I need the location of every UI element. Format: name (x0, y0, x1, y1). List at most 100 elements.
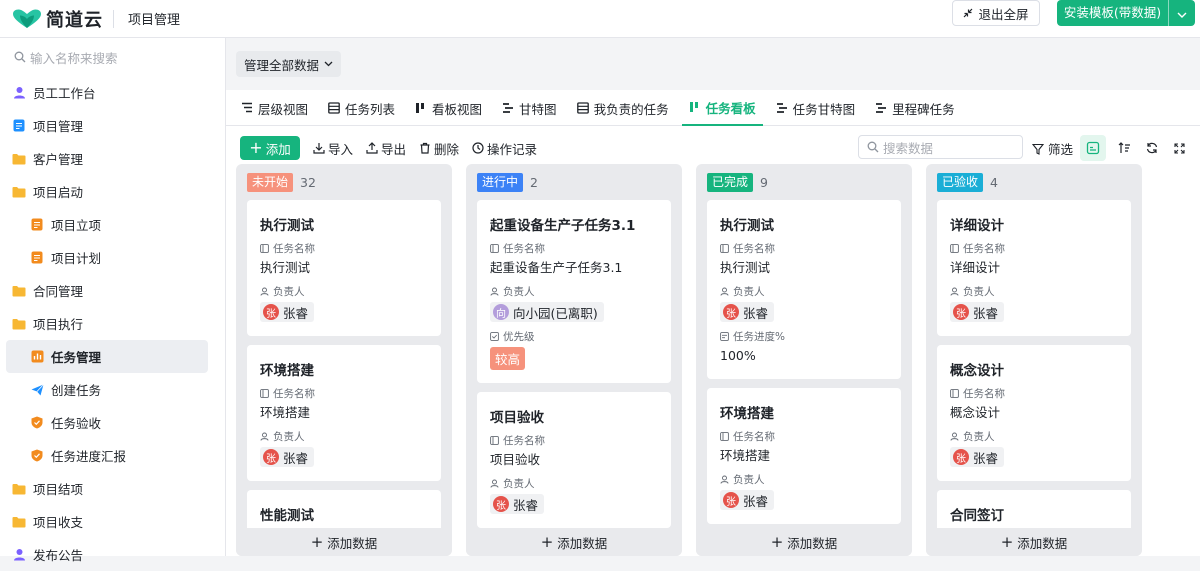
task-card[interactable]: 概念设计 任务名称 概念设计 负责人张张睿 (937, 345, 1131, 481)
status-badge: 已完成 (707, 172, 754, 192)
folder-icon (12, 284, 26, 298)
sidebar-item[interactable]: 客户管理 (0, 142, 225, 175)
refresh-button[interactable] (1139, 135, 1165, 161)
gantt-icon (875, 102, 887, 114)
sidebar-item[interactable]: 创建任务 (0, 373, 225, 406)
task-card[interactable]: 环境搭建 任务名称 环境搭建 负责人张张睿 (707, 388, 901, 524)
sidebar-item[interactable]: 项目收支 (0, 505, 225, 538)
sidebar-item[interactable]: 发布公告 (0, 538, 225, 571)
sidebar-item[interactable]: 员工工作台 (0, 76, 225, 109)
sidebar-item[interactable]: 项目计划 (0, 241, 225, 274)
field-label-text: 负责人 (733, 473, 765, 486)
column-header: 未开始 32 (236, 164, 452, 200)
expand-icon (1173, 142, 1185, 154)
field-label-text: 任务名称 (503, 242, 545, 255)
status-badge: 进行中 (477, 172, 524, 192)
add-data-button[interactable]: + 添加数据 (236, 528, 452, 556)
person-icon (950, 287, 959, 296)
view-tab[interactable]: 里程碑任务 (868, 90, 962, 126)
view-tab[interactable]: 看板视图 (408, 90, 489, 126)
task-name-value: 执行测试 (720, 260, 771, 275)
sort-button[interactable] (1111, 135, 1137, 161)
operation-log-button[interactable]: 操作记录 (472, 139, 537, 158)
data-scope-dropdown[interactable]: 管理全部数据 (236, 51, 342, 77)
view-tab[interactable]: 任务甘特图 (769, 90, 863, 126)
assignee-chip[interactable]: 张张睿 (950, 447, 1005, 467)
add-button[interactable]: + 添加 (240, 136, 300, 160)
task-card[interactable]: 起重设备生产子任务3.1 任务名称 起重设备生产子任务3.1 负责人向向小园(已离职)… (477, 200, 671, 383)
column-count: 32 (300, 174, 316, 190)
assignee-chip[interactable]: 向向小园(已离职) (490, 302, 604, 322)
assignee-chip[interactable]: 张张睿 (490, 494, 545, 514)
import-button[interactable]: 导入 (313, 139, 353, 158)
person-icon (12, 86, 26, 100)
sidebar-item-label: 项目计划 (51, 251, 102, 266)
sidebar-item[interactable]: 任务验收 (0, 406, 225, 439)
sidebar-item[interactable]: 任务管理 (6, 340, 208, 373)
field-label: 负责人 (490, 284, 658, 298)
view-tab[interactable]: 任务看板 (681, 90, 763, 126)
add-data-label: 添加数据 (557, 535, 608, 551)
assignee-chip[interactable]: 张张睿 (720, 490, 775, 510)
delete-button[interactable]: 删除 (419, 139, 459, 158)
field-label: 负责人 (720, 284, 888, 298)
view-tab[interactable]: 我负责的任务 (570, 90, 676, 126)
refresh-icon (1146, 142, 1158, 154)
sidebar-item[interactable]: 项目立项 (0, 208, 225, 241)
assignee-chip[interactable]: 张张睿 (720, 302, 775, 322)
assignee-chip[interactable]: 张张睿 (260, 447, 315, 467)
sidebar-search[interactable]: 输入名称来搜索 (0, 38, 225, 76)
task-card[interactable]: 执行测试 任务名称 执行测试 负责人张张睿 (247, 200, 441, 336)
sidebar-item[interactable]: 合同管理 (0, 274, 225, 307)
sidebar-item[interactable]: 任务进度汇报 (0, 439, 225, 472)
delete-label: 删除 (434, 141, 460, 157)
logo-heart-icon (12, 9, 42, 29)
logo[interactable]: 简道云 (12, 6, 103, 32)
install-template-label: 安装模板(带数据) (1057, 0, 1169, 26)
kanban-column: 未开始 32 执行测试 任务名称 执行测试 负责人张张睿 环境搭建 任务名称 环境搭建 负责人张张… (236, 164, 452, 556)
hierarchy-icon (241, 102, 253, 114)
add-data-button[interactable]: + 添加数据 (696, 528, 912, 556)
task-card[interactable]: 详细设计 任务名称 详细设计 负责人张张睿 (937, 200, 1131, 336)
sidebar-item[interactable]: 项目结项 (0, 472, 225, 505)
card-view-button[interactable] (1080, 135, 1106, 161)
kanban-icon (415, 102, 427, 114)
sidebar-item[interactable]: 项目启动 (0, 175, 225, 208)
assignee-name: 张睿 (283, 450, 309, 466)
chevron-down-icon[interactable] (1169, 6, 1195, 21)
progress-icon (720, 331, 729, 341)
task-card[interactable]: 执行测试 任务名称 执行测试 负责人张张睿 任务进度% 100% (707, 200, 901, 379)
add-data-button[interactable]: + 添加数据 (466, 528, 682, 556)
table-icon (328, 102, 340, 114)
view-tab-label: 任务甘特图 (792, 101, 856, 117)
view-tab[interactable]: 甘特图 (495, 90, 564, 126)
exit-fullscreen-button[interactable]: 退出全屏 (952, 0, 1040, 26)
export-button[interactable]: 导出 (366, 139, 406, 158)
export-label: 导出 (381, 141, 407, 157)
plus-icon: + (1000, 533, 1014, 551)
column-count: 4 (990, 174, 998, 190)
add-data-button[interactable]: + 添加数据 (926, 528, 1142, 556)
field-icon (720, 243, 729, 253)
sidebar-item-label: 客户管理 (33, 152, 84, 167)
data-search-input[interactable]: 搜索数据 (858, 135, 1023, 159)
task-card[interactable]: 项目验收 任务名称 项目验收 负责人张张睿 (477, 392, 671, 528)
sidebar-item-label: 员工工作台 (33, 86, 96, 101)
field-icon (260, 243, 269, 253)
install-template-button[interactable]: 安装模板(带数据) (1057, 0, 1195, 26)
field-label-text: 任务名称 (503, 434, 545, 447)
field-label: 负责人 (260, 284, 428, 298)
sidebar-item[interactable]: 项目执行 (0, 307, 225, 340)
task-card[interactable]: 环境搭建 任务名称 环境搭建 负责人张张睿 (247, 345, 441, 481)
field-label-text: 负责人 (273, 285, 305, 298)
card-title: 项目验收 (490, 410, 544, 426)
avatar: 张 (723, 492, 739, 508)
filter-button[interactable]: 筛选 (1032, 139, 1073, 158)
assignee-chip[interactable]: 张张睿 (950, 302, 1005, 322)
view-tab[interactable]: 层级视图 (234, 90, 315, 126)
view-tab[interactable]: 任务列表 (321, 90, 402, 126)
fullscreen-button[interactable] (1166, 135, 1192, 161)
assignee-chip[interactable]: 张张睿 (260, 302, 315, 322)
avatar: 向 (493, 304, 509, 320)
sidebar-item[interactable]: 项目管理 (0, 109, 225, 142)
